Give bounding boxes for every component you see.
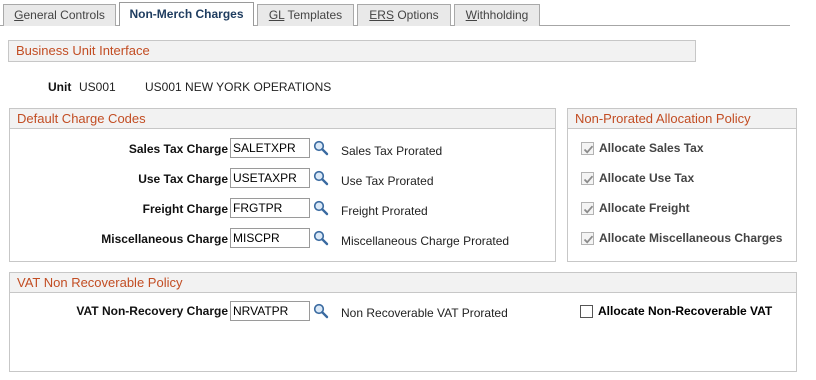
checkmark-icon [583, 205, 594, 214]
allocate-sales-tax-label: Allocate Sales Tax [599, 141, 704, 155]
vat-lookup-icon[interactable] [313, 303, 329, 319]
tab-gl-templates[interactable]: GL Templates [257, 4, 354, 26]
freight-charge-desc: Freight Prorated [341, 204, 428, 218]
business-unit-interface-title: Business Unit Interface [16, 43, 150, 58]
miscellaneous-charge-label: Miscellaneous Charge [101, 232, 228, 246]
allocate-use-tax-label: Allocate Use Tax [599, 171, 695, 185]
miscellaneous-lookup-icon[interactable] [313, 230, 329, 246]
sales-tax-charge-label: Sales Tax Charge [128, 142, 228, 156]
unit-value: US001 [79, 80, 116, 94]
vat-non-recovery-charge-input[interactable] [230, 301, 310, 321]
unit-description: US001 NEW YORK OPERATIONS [145, 80, 332, 94]
checkbox-box [581, 172, 594, 185]
tab-ers-options-accesskey: ERS [369, 8, 394, 22]
allocate-miscellaneous-charges-label: Allocate Miscellaneous Charges [599, 231, 783, 245]
tab-non-merch-charges[interactable]: Non-Merch Charges [119, 2, 254, 26]
checkbox-box [581, 202, 594, 215]
miscellaneous-charge-desc: Miscellaneous Charge Prorated [341, 234, 510, 248]
tab-ers-options-label: Options [393, 8, 439, 22]
miscellaneous-charge-input[interactable] [230, 228, 310, 248]
default-charge-codes-header: Default Charge Codes [10, 109, 555, 129]
default-charge-codes-title: Default Charge Codes [17, 111, 146, 126]
vat-non-recovery-charge-label: VAT Non-Recovery Charge [76, 304, 228, 318]
tab-non-merch-charges-label: Non-Merch Charges [129, 7, 244, 21]
tab-withholding[interactable]: Withholding [454, 4, 540, 26]
allocate-non-recoverable-vat-label: Allocate Non-Recoverable VAT [598, 304, 773, 318]
freight-lookup-icon[interactable] [313, 200, 329, 216]
tab-withholding-label: ithholding [476, 8, 529, 22]
tab-gl-templates-label: Templates [284, 8, 343, 22]
use-tax-charge-input[interactable] [230, 168, 310, 188]
non-prorated-allocation-header: Non-Prorated Allocation Policy [568, 109, 796, 129]
vat-non-recoverable-group: VAT Non Recoverable Policy [9, 272, 797, 372]
checkmark-icon [583, 235, 594, 244]
sales-tax-lookup-icon[interactable] [313, 140, 329, 156]
sales-tax-charge-desc: Sales Tax Prorated [341, 144, 443, 158]
vat-non-recovery-charge-desc: Non Recoverable VAT Prorated [341, 306, 508, 320]
allocate-freight-label: Allocate Freight [599, 201, 690, 215]
sales-tax-charge-input[interactable] [230, 138, 310, 158]
checkbox-box [580, 305, 593, 318]
business-unit-interface-header: Business Unit Interface [8, 40, 696, 62]
checkmark-icon [583, 175, 594, 184]
tab-ers-options[interactable]: ERS Options [357, 4, 451, 26]
tab-general-controls[interactable]: General Controls [3, 4, 116, 26]
use-tax-charge-desc: Use Tax Prorated [341, 174, 434, 188]
non-prorated-allocation-title: Non-Prorated Allocation Policy [575, 111, 751, 126]
freight-charge-label: Freight Charge [142, 202, 228, 216]
freight-charge-input[interactable] [230, 198, 310, 218]
checkmark-icon [583, 145, 594, 154]
checkbox-box [581, 142, 594, 155]
tab-general-controls-label: eneral Controls [23, 8, 105, 22]
use-tax-charge-label: Use Tax Charge [138, 172, 228, 186]
use-tax-lookup-icon[interactable] [313, 170, 329, 186]
checkbox-box [581, 232, 594, 245]
unit-label: Unit [48, 80, 72, 94]
vat-non-recoverable-header: VAT Non Recoverable Policy [10, 273, 796, 293]
tab-gl-templates-accesskey: GL [268, 8, 285, 22]
tab-bar: General Controls Non-Merch Charges GL Te… [0, 0, 790, 26]
vat-non-recoverable-title: VAT Non Recoverable Policy [17, 275, 183, 290]
tab-withholding-accesskey: W [465, 8, 477, 22]
